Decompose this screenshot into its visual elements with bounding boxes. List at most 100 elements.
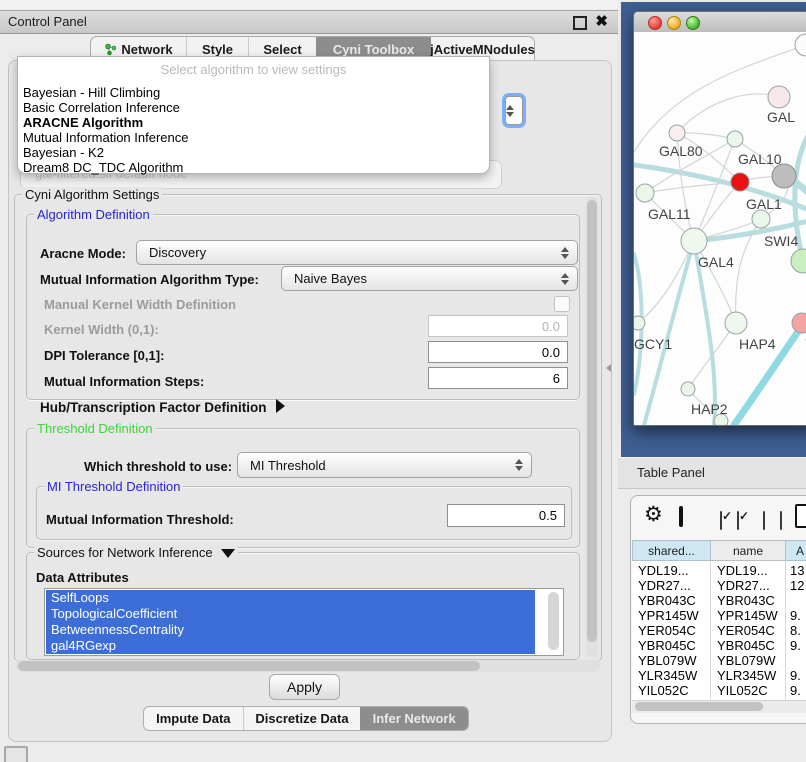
show-column-checked-icon-2[interactable]	[737, 511, 739, 530]
settings-hscrollbar[interactable]	[16, 660, 600, 672]
node-salmon[interactable]	[792, 313, 806, 333]
attr-list-vscrollbar-thumb[interactable]	[548, 592, 559, 650]
columns-icon[interactable]	[679, 506, 683, 527]
threshold-definition-title: Threshold Definition	[34, 421, 156, 436]
hub-disclosure-icon[interactable]	[276, 399, 285, 413]
panel-splitter-handle[interactable]	[606, 364, 611, 372]
hub-definition-label: Hub/Transcription Factor Definition	[40, 400, 267, 415]
node-label: GAL1	[746, 196, 782, 212]
node-gcy1[interactable]	[634, 316, 645, 330]
dropdown-item-aracne[interactable]: ARACNE Algorithm	[23, 115, 143, 130]
tab-style-label: Style	[202, 42, 233, 57]
dropdown-item-dream8[interactable]: Dream8 DC_TDC Algorithm	[23, 160, 183, 175]
column-header-label: name	[733, 544, 763, 558]
minimize-window-button[interactable]	[667, 16, 681, 30]
node-gal11[interactable]	[636, 184, 654, 202]
cell-name: YPR145W	[717, 608, 778, 623]
tab-discretize-data[interactable]: Discretize Data	[244, 707, 361, 730]
cell-value: 12	[790, 578, 804, 593]
which-threshold-combo[interactable]: MI Threshold	[237, 452, 532, 478]
sources-collapse-icon[interactable]	[221, 549, 235, 558]
control-panel-window: Control Panel ✖ Network Style Select	[0, 0, 618, 762]
float-window-icon[interactable]	[573, 16, 587, 30]
aracne-mode-combo[interactable]: Discovery	[136, 240, 578, 265]
mi-algorithm-type-label: Mutual Information Algorithm Type:	[40, 272, 259, 287]
node-swi4[interactable]	[752, 210, 770, 228]
column-header-label: shared...	[648, 544, 695, 558]
cell-shared-name: YDR27...	[638, 578, 691, 593]
table-row[interactable]: YDR27... YDR27... 12	[632, 578, 806, 593]
network-view-window: GAL GAL80 GAL10 GAL1 GAL11 SWI4 GAL4 GCY…	[633, 11, 806, 426]
hide-column-unchecked-icon-1[interactable]	[763, 511, 765, 530]
cell-name: YLR345W	[717, 668, 776, 683]
cell-value: 9.	[790, 638, 801, 653]
node-gal10[interactable]	[727, 131, 743, 147]
settings-hscrollbar-thumb[interactable]	[18, 661, 480, 671]
hide-column-unchecked-icon-2[interactable]	[780, 511, 782, 530]
mi-threshold-input[interactable]: 0.5	[447, 504, 565, 527]
node-gal1-red[interactable]	[731, 173, 749, 191]
dpi-tolerance-input[interactable]: 0.0	[428, 341, 568, 363]
cell-shared-name: YBR043C	[638, 593, 696, 608]
node-hap4[interactable]	[725, 312, 747, 334]
attr-item-selfloops[interactable]: SelfLoops	[51, 590, 109, 606]
collapsed-panel-button[interactable]	[4, 746, 28, 762]
show-column-checked-icon-1[interactable]	[720, 511, 722, 530]
column-header-name[interactable]: name	[711, 540, 786, 561]
sources-title-text: Sources for Network Inference	[37, 545, 213, 560]
apply-button[interactable]: Apply	[269, 674, 340, 700]
table-hscrollbar-thumb[interactable]	[635, 702, 763, 711]
sources-group-title[interactable]: Sources for Network Inference	[34, 545, 238, 560]
cell-value: 9.	[790, 668, 801, 683]
close-window-button[interactable]	[648, 16, 662, 30]
table-settings-gear-icon[interactable]: ⚙	[644, 505, 663, 525]
manual-kernel-width-checkbox[interactable]	[554, 296, 570, 312]
table-hscrollbar[interactable]	[632, 700, 806, 713]
mi-algorithm-type-combo[interactable]: Naive Bayes	[281, 266, 578, 291]
network-canvas[interactable]: GAL GAL80 GAL10 GAL1 GAL11 SWI4 GAL4 GCY…	[634, 32, 806, 425]
algorithm-dropdown-list: Select algorithm to view settings Bayesi…	[17, 56, 490, 174]
attr-item-topologicalcoefficient[interactable]: TopologicalCoefficient	[51, 606, 177, 622]
column-header-shared-name[interactable]: shared...	[632, 540, 711, 561]
new-table-doc-icon[interactable]	[795, 504, 806, 528]
table-row[interactable]: YER054C YER054C 8.	[632, 623, 806, 638]
node-label: GCY1	[634, 336, 672, 352]
cell-shared-name: YPR145W	[638, 608, 699, 623]
dropdown-item-basic-correlation[interactable]: Basic Correlation Inference	[23, 100, 180, 115]
close-icon[interactable]: ✖	[595, 12, 608, 30]
screen: Control Panel ✖ Network Style Select	[0, 0, 806, 762]
node-label: GAL4	[698, 254, 734, 270]
dropdown-item-mutual-information[interactable]: Mutual Information Inference	[23, 130, 188, 145]
table-row[interactable]: YLR345W YLR345W 9.	[632, 668, 806, 683]
settings-vscrollbar[interactable]	[586, 197, 598, 657]
node-partial-top[interactable]	[795, 34, 806, 56]
node-label: GAL11	[648, 206, 691, 222]
table-row[interactable]: YBR045C YBR045C 9.	[632, 638, 806, 653]
table-row[interactable]: YBL079W YBL079W	[632, 653, 806, 668]
tab-infer-network[interactable]: Infer Network	[360, 707, 468, 730]
inference-algorithm-combo-fragment[interactable]	[505, 96, 523, 125]
dropdown-item-bayesian-hill[interactable]: Bayesian - Hill Climbing	[23, 85, 160, 100]
table-row[interactable]: YBR043C YBR043C	[632, 593, 806, 608]
tab-cyni-toolbox-label: Cyni Toolbox	[333, 42, 414, 57]
node-gal80[interactable]	[669, 125, 685, 141]
column-header-partial[interactable]: A	[786, 540, 806, 561]
node-gal4[interactable]	[681, 228, 707, 254]
tab-impute-data[interactable]: Impute Data	[144, 707, 244, 730]
node-right-green[interactable]	[791, 249, 806, 273]
attr-item-gal4rgexp[interactable]: gal4RGexp	[51, 638, 116, 654]
table-row[interactable]: YDL19... YDL19... 13	[632, 563, 806, 578]
table-row[interactable]: YPR145W YPR145W 9.	[632, 608, 806, 623]
settings-vscrollbar-thumb[interactable]	[587, 200, 597, 642]
node-gray[interactable]	[772, 164, 796, 188]
node-gal-cut[interactable]	[768, 86, 790, 108]
kernel-width-input[interactable]: 0.0	[428, 315, 568, 337]
dpi-tolerance-value: 0.0	[542, 345, 560, 360]
attr-item-betweennesscentrality[interactable]: BetweennessCentrality	[51, 622, 184, 638]
table-row[interactable]: YIL052C YIL052C 9.	[632, 683, 806, 698]
node-hap2[interactable]	[681, 382, 695, 396]
dropdown-placeholder: Select algorithm to view settings	[18, 62, 489, 77]
zoom-window-button[interactable]	[686, 16, 700, 30]
dropdown-item-bayesian-k2[interactable]: Bayesian - K2	[23, 145, 104, 160]
mi-steps-input[interactable]: 6	[428, 367, 568, 389]
